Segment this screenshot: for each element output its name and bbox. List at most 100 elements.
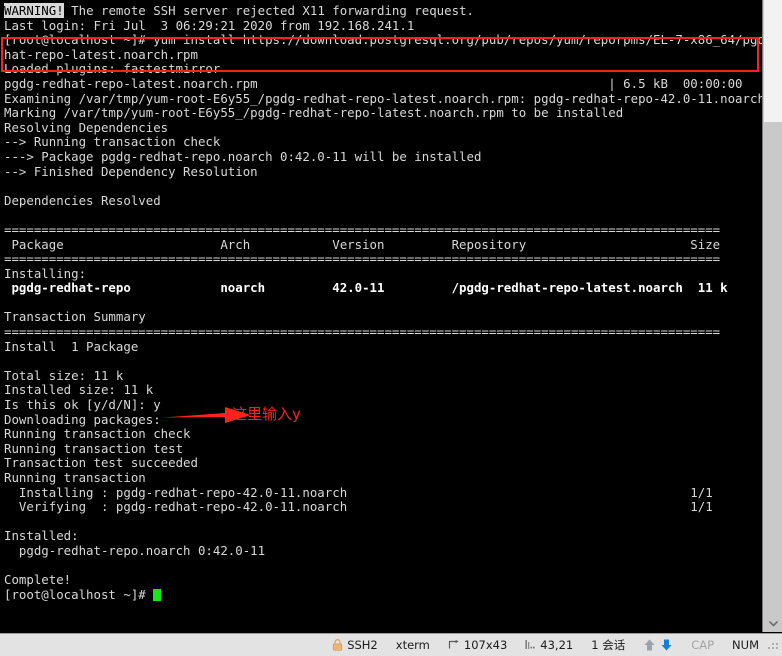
terminal-line: ========================================… — [4, 324, 760, 340]
terminal-text-segment: Transaction Summary — [4, 309, 146, 325]
scrollbar-down-button[interactable] — [764, 616, 782, 632]
resize-grip-icon[interactable] — [768, 639, 780, 651]
terminal-text-segment: Marking /var/tmp/yum-root-E6y55_/pgdg-re… — [4, 105, 624, 121]
terminal-line: Package Arch Version Repository Size — [4, 236, 760, 253]
terminal-text-segment: Total size: 11 k — [4, 367, 124, 383]
terminal-window: WARNING! The remote SSH server rejected … — [0, 0, 782, 656]
terminal-text-segment: ========================================… — [4, 221, 721, 237]
terminal-line: Resolving Dependencies — [4, 119, 760, 136]
terminal-line: Installing: — [4, 265, 760, 282]
terminal-line: Dependencies Resolved — [4, 192, 760, 209]
terminal-output-area[interactable]: WARNING! The remote SSH server rejected … — [0, 0, 762, 632]
terminal-text-segment: ---> Package pgdg-redhat-repo.noarch 0:4… — [4, 148, 482, 164]
terminal-text-segment: Install 1 Package — [4, 338, 139, 354]
terminal-text-segment: --> Finished Dependency Resolution — [4, 163, 258, 179]
terminal-line: Running transaction — [4, 470, 760, 486]
terminal-text-segment: Package Arch Version Repository Size — [4, 236, 721, 252]
terminal-line: Downloading packages: — [4, 411, 760, 428]
status-protocol-label: SSH2 — [347, 638, 378, 652]
status-bar: SSH2 xterm 107x43 43,21 1 会话 CAP NUM — [0, 633, 782, 656]
terminal-line: Marking /var/tmp/yum-root-E6y55_/pgdg-re… — [4, 105, 760, 121]
terminal-line: [root@localhost ~]# yum install https://… — [4, 32, 762, 48]
terminal-text-segment: --> Running transaction check — [4, 134, 221, 150]
resize-icon — [448, 639, 459, 649]
status-window-size-label: 107x43 — [463, 638, 508, 652]
terminal-line: Verifying : pgdg-redhat-repo-42.0-11.noa… — [4, 499, 760, 515]
annotation-note-text: 这里输入y — [232, 405, 301, 423]
terminal-text-segment: Installing: — [4, 265, 87, 281]
terminal-line: Installing : pgdg-redhat-repo-42.0-11.no… — [4, 484, 760, 501]
scrollbar-thumb[interactable] — [764, 0, 782, 122]
terminal-line: --> Running transaction check — [4, 135, 760, 150]
terminal-line: Is this ok [y/d/N]: y — [4, 397, 760, 413]
terminal-text-segment: ========================================… — [4, 324, 721, 340]
terminal-line: pgdg-redhat-repo.noarch 0:42.0-11 — [4, 542, 760, 559]
lock-icon — [333, 639, 343, 651]
status-cursor-position[interactable]: 43,21 — [516, 634, 582, 656]
terminal-line: ========================================… — [4, 221, 760, 238]
status-terminal-type-label: xterm — [395, 638, 430, 652]
terminal-line: ========================================… — [4, 251, 760, 267]
terminal-text: WARNING! The remote SSH server rejected … — [4, 3, 762, 603]
terminal-line: Last login: Fri Jul 3 06:29:21 2020 from… — [4, 17, 760, 34]
terminal-text-segment: Installed size: 11 k — [4, 382, 154, 398]
terminal-line: Transaction test succeeded — [4, 456, 760, 471]
terminal-text-segment: [root@localhost ~]# — [4, 586, 154, 602]
status-num-lock-label: NUM — [732, 638, 759, 652]
status-window-size[interactable]: 107x43 — [439, 634, 516, 656]
terminal-text-segment: Loaded plugins: fastestmirror — [4, 61, 221, 77]
terminal-text-segment: Is this ok [y/d/N]: y — [4, 397, 161, 413]
terminal-text-segment: Installing : pgdg-redhat-repo-42.0-11.no… — [4, 484, 713, 500]
status-session-count[interactable]: 1 会话 — [582, 634, 634, 656]
terminal-line: Installed: — [4, 529, 760, 544]
terminal-line: Examining /var/tmp/yum-root-E6y55_/pgdg-… — [4, 90, 762, 107]
terminal-line: Install 1 Package — [4, 338, 760, 355]
terminal-cursor — [153, 588, 161, 601]
status-protocol[interactable]: SSH2 — [323, 634, 387, 656]
terminal-line: [root@localhost ~]# — [4, 586, 760, 603]
terminal-text-segment: Transaction test succeeded — [4, 455, 198, 471]
status-num-lock: NUM — [723, 634, 768, 656]
terminal-line: hat-repo-latest.noarch.rpm — [4, 46, 760, 63]
terminal-text-segment: Complete! — [4, 572, 72, 588]
terminal-text-segment: Examining /var/tmp/yum-root-E6y55_/pgdg-… — [4, 90, 762, 106]
terminal-text-segment: Resolving Dependencies — [4, 119, 169, 135]
status-session-count-label: 1 会话 — [591, 638, 626, 652]
status-terminal-type[interactable]: xterm — [387, 634, 439, 656]
terminal-text-segment: Last login: Fri Jul 3 06:29:21 2020 from… — [4, 17, 415, 33]
terminal-text-segment: Downloading packages: — [4, 411, 161, 427]
chevron-down-icon — [768, 621, 778, 627]
terminal-line: pgdg-redhat-repo-latest.noarch.rpm | 6.5… — [4, 75, 760, 92]
terminal-text-segment: Running transaction — [4, 470, 146, 485]
status-caps-lock-label: CAP — [691, 638, 715, 652]
terminal-text-segment: Dependencies Resolved — [4, 192, 161, 208]
terminal-line: Complete! — [4, 572, 760, 588]
terminal-text-segment: Running transaction check — [4, 426, 191, 442]
status-transfer-indicators — [634, 634, 682, 656]
terminal-text-segment: The remote SSH server rejected X11 forwa… — [63, 3, 474, 18]
terminal-text-segment: pgdg-redhat-repo noarch 42.0-11 /pgdg-re… — [4, 280, 728, 296]
terminal-text-segment: Installed: — [4, 528, 79, 544]
terminal-line: ---> Package pgdg-redhat-repo.noarch 0:4… — [4, 148, 760, 165]
terminal-warning-badge: WARNING! — [4, 3, 64, 18]
terminal-text-segment: pgdg-redhat-repo-latest.noarch.rpm | 6.5… — [4, 75, 743, 91]
terminal-line: Running transaction check — [4, 426, 760, 442]
terminal-text-segment: pgdg-redhat-repo.noarch 0:42.0-11 — [4, 542, 266, 558]
terminal-line: Transaction Summary — [4, 310, 760, 325]
terminal-line: pgdg-redhat-repo noarch 42.0-11 /pgdg-re… — [4, 280, 760, 296]
terminal-line: --> Finished Dependency Resolution — [4, 163, 760, 180]
cursor-position-icon — [525, 640, 535, 649]
terminal-text-segment: Verifying : pgdg-redhat-repo-42.0-11.noa… — [4, 499, 713, 515]
terminal-line: Loaded plugins: fastestmirror — [4, 62, 760, 77]
upload-arrow-icon — [644, 639, 655, 651]
terminal-scrollbar[interactable] — [762, 0, 782, 632]
status-cursor-position-label: 43,21 — [540, 638, 574, 652]
terminal-text-segment: hat-repo-latest.noarch.rpm — [4, 46, 198, 62]
terminal-line: Total size: 11 k — [4, 367, 760, 384]
